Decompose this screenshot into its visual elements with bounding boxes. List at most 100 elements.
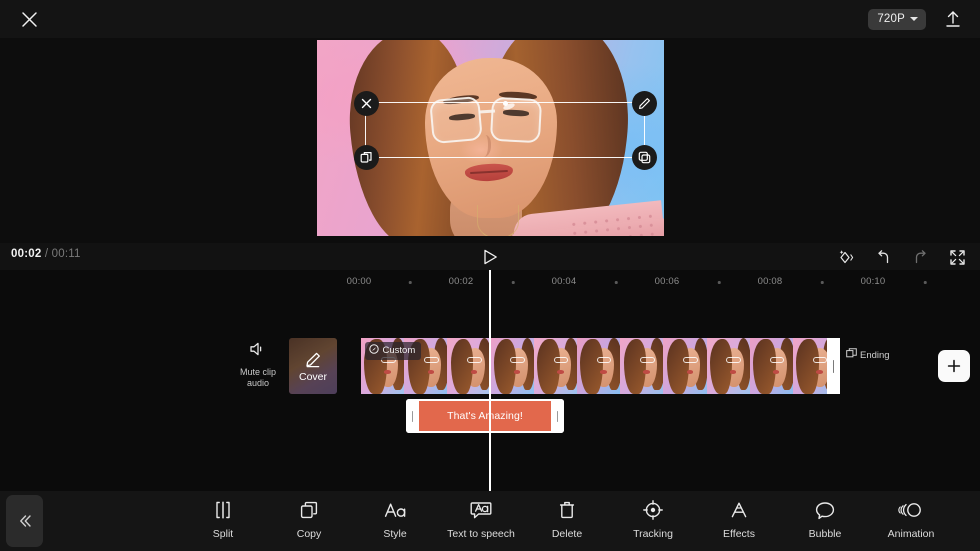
toolbar-item-label: Bubble (808, 528, 842, 540)
toolbar-item-label: Text to speech (447, 528, 515, 540)
resolution-dropdown[interactable]: 720P (868, 8, 926, 30)
thumbnail-subject-part (553, 357, 569, 364)
video-frame-thumbnail[interactable] (663, 338, 707, 394)
selection-box[interactable] (353, 90, 657, 170)
thumbnail-subject-part (467, 357, 482, 364)
collapse-toolbar-button[interactable] (6, 495, 43, 547)
custom-badge-label: Custom (382, 345, 416, 356)
export-icon[interactable] (940, 6, 966, 32)
cover-label: Cover (298, 371, 327, 383)
text-clip-trim-right[interactable] (551, 399, 564, 433)
thumbnail-subject-part (729, 370, 737, 374)
thumbnail-subject-part (494, 339, 517, 394)
mute-clip-audio-button[interactable]: Mute clip audio (236, 340, 280, 389)
thumbnail-subject-part (726, 357, 742, 364)
speaker-mute-icon (248, 340, 268, 363)
thumbnail-subject-part (816, 370, 823, 374)
close-icon[interactable] (16, 6, 42, 32)
video-frame-thumbnail[interactable] (706, 338, 750, 394)
chevron-double-left-icon (19, 515, 31, 527)
thumbnail-subject-part (623, 339, 647, 394)
thumbnail-subject-part (666, 339, 690, 394)
video-frame-thumbnail[interactable] (490, 338, 534, 394)
ruler-tick-label: 00:06 (654, 276, 680, 287)
resize-handle[interactable] (631, 144, 657, 170)
thumbnail-subject-part (812, 357, 828, 364)
time-separator: / (44, 248, 49, 260)
current-time: 00:02 (11, 248, 42, 260)
cover-button[interactable]: Cover (289, 338, 337, 394)
bubble-icon (814, 499, 836, 521)
toolbar-item-graphs[interactable]: Graphs (954, 499, 980, 540)
thumbnail-subject-part (513, 370, 521, 374)
ruler-tick-label: 00:04 (551, 276, 577, 287)
thumbnail-subject-part (470, 370, 478, 374)
top-bar: 720P (0, 0, 980, 38)
player-control-bar: 00:02 / 00:11 (0, 243, 980, 270)
custom-badge[interactable]: Custom (365, 342, 422, 360)
ruler-tick-label: 00:02 (448, 276, 474, 287)
style-icon (383, 499, 407, 521)
edit-handle[interactable] (631, 90, 657, 116)
trim-handle-bar (832, 359, 835, 373)
toolbar-item-delete[interactable]: Delete (524, 499, 610, 540)
toolbar-item-animation[interactable]: Animation (868, 499, 954, 540)
delete-handle[interactable] (353, 90, 379, 116)
toolbar-item-label: Tracking (633, 528, 673, 540)
mute-clip-audio-label: Mute clip audio (239, 367, 276, 388)
add-clip-button[interactable] (938, 350, 970, 382)
clip-trim-handle-right[interactable] (827, 338, 840, 394)
tracking-icon (642, 499, 664, 521)
thumbnail-subject-part (427, 370, 434, 374)
toolbar-item-style[interactable]: Style (352, 499, 438, 540)
toolbar-item-effects[interactable]: Effects (696, 499, 782, 540)
ruler-tick-dot (923, 281, 927, 284)
thumbnail-subject-part (424, 357, 439, 364)
text-clip-label: That's Amazing! (419, 401, 551, 431)
chevron-down-icon (910, 17, 918, 21)
playhead[interactable] (489, 270, 491, 491)
effects-icon (728, 499, 750, 521)
thumbnail-subject-part (596, 357, 612, 364)
timecode: 00:02 / 00:11 (11, 248, 81, 260)
toolbar-item-copy[interactable]: Copy (266, 499, 352, 540)
video-frame-thumbnail[interactable] (620, 338, 664, 394)
ruler-tick-dot (820, 281, 824, 284)
ruler-tick-dot (408, 281, 412, 284)
video-frame-thumbnail[interactable] (749, 338, 793, 394)
toolbar-item-text-to-speech[interactable]: Text to speech (438, 499, 524, 540)
thumbnail-subject-part (796, 339, 819, 394)
play-button[interactable] (480, 247, 500, 267)
redo-icon[interactable] (909, 246, 931, 268)
text-clip-trim-left[interactable] (406, 399, 419, 433)
thumbnail-subject-part (557, 370, 564, 374)
video-frame-thumbnail[interactable] (576, 338, 621, 394)
copy-handle[interactable] (353, 144, 379, 170)
animation-icon (898, 499, 924, 521)
toolbar-item-tracking[interactable]: Tracking (610, 499, 696, 540)
custom-icon (369, 344, 379, 357)
preview-area (0, 38, 980, 243)
trim-handle-bar (411, 410, 414, 422)
toolbar-item-label: Split (212, 528, 234, 540)
thumbnail-subject-part (753, 339, 776, 394)
toolbar-item-split[interactable]: Split (180, 499, 266, 540)
selection-center-dot (502, 100, 508, 106)
text-clip[interactable]: That's Amazing! (406, 399, 564, 433)
thumbnail-subject-part (580, 339, 603, 394)
video-frame-thumbnail[interactable] (447, 338, 491, 394)
undo-icon[interactable] (872, 246, 894, 268)
ruler-tick-dot (717, 281, 721, 284)
video-preview[interactable] (317, 40, 664, 236)
keyframe-icon[interactable] (835, 246, 857, 268)
ending-marker[interactable]: Ending (846, 348, 890, 362)
fullscreen-icon[interactable] (946, 246, 968, 268)
trash-icon (556, 499, 578, 521)
thumbnail-subject-part (643, 370, 650, 374)
video-clip-track[interactable] (361, 338, 836, 394)
copy-icon (298, 499, 320, 521)
toolbar-item-bubble[interactable]: Bubble (782, 499, 868, 540)
ruler-tick-label: 00:00 (346, 276, 372, 287)
toolbar-item-label: Copy (296, 528, 322, 540)
video-frame-thumbnail[interactable] (533, 338, 577, 394)
